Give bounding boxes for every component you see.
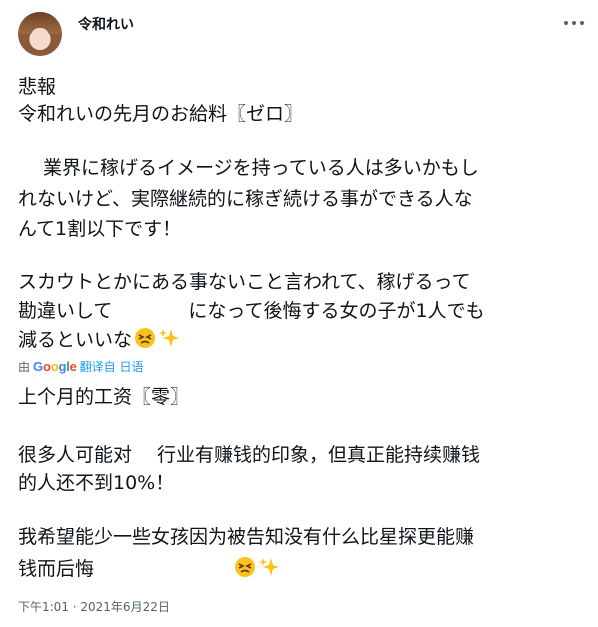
translation-line-with-emoji: 钱而后悔 (18, 556, 280, 582)
tweet-timestamp[interactable]: 下午1:01 · 2021年6月22日 (18, 598, 170, 615)
tweet-line: 勘違いして になって後悔する女の子が1人でも (18, 300, 485, 322)
author-name[interactable]: 令和れい (78, 14, 134, 34)
translation-line: 上个月的工资〖零〗 (18, 386, 190, 408)
tweet-line-text: 減るといいな (18, 329, 133, 351)
tweet-line: 令和れいの先月のお給料〖ゼロ〗 (18, 103, 304, 125)
sparkles-emoji (159, 329, 180, 347)
sparkles-emoji (259, 558, 280, 576)
persevering-face-emoji (235, 557, 256, 577)
tweet-line: んて1割以下です！ (18, 218, 182, 240)
avatar-face (31, 28, 49, 50)
translation-line: 我希望能少一些女孩因为被告知没有什么比星探更能赚 (18, 526, 475, 548)
tweet-line: 悲報 (18, 76, 57, 98)
more-horizontal-icon[interactable] (562, 16, 586, 30)
tweet-line: 業界に稼げるイメージを持っている人は多いかもし (18, 157, 479, 179)
google-logo: Google (33, 358, 77, 374)
tweet-line: れないけど、実際継続的に稼ぎ続ける事ができる人な (18, 188, 473, 210)
persevering-face-emoji (135, 328, 156, 348)
tweet-line: スカウトとかにある事ないこと言われて、稼げるって (18, 271, 471, 293)
translation-line: 的人还不到10%！ (18, 472, 175, 494)
tweet-line-with-emoji: 減るといいな (18, 327, 180, 353)
translation-line: 很多人可能对 行业有赚钱的印象，但真正能持续赚钱 (18, 444, 481, 466)
translation-prefix: 由 (18, 359, 31, 374)
translation-line-text: 钱而后悔 (18, 558, 95, 580)
translation-attribution: 由 Google 翻译自 日语 (18, 358, 143, 374)
translation-source-link[interactable]: 翻译自 日语 (80, 358, 144, 375)
avatar[interactable] (18, 12, 62, 56)
tweet-header: 令和れい (0, 0, 598, 64)
